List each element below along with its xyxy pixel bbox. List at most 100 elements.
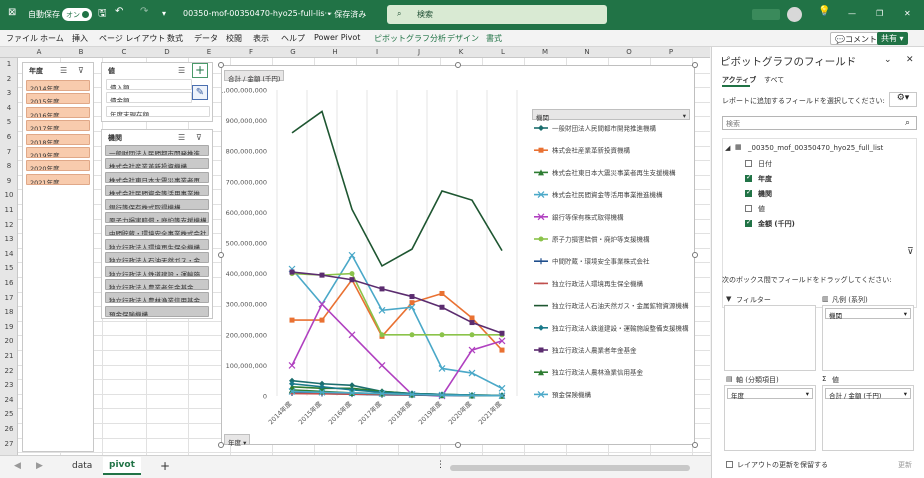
- defer-update-checkbox[interactable]: [726, 461, 733, 468]
- year-slicer-item[interactable]: 2019年度: [26, 147, 90, 158]
- search-box[interactable]: ⌕ 検索: [387, 5, 607, 24]
- resize-handle[interactable]: [218, 252, 224, 258]
- resize-handle[interactable]: [455, 62, 461, 68]
- field-checkbox[interactable]: [745, 205, 752, 212]
- tab-file[interactable]: ファイル: [6, 33, 38, 44]
- org-slicer-item[interactable]: 原子力損害賠償・廃炉等支援機構: [105, 212, 209, 223]
- org-slicer-item[interactable]: 中間貯蔵・環境安全事業株式会社: [105, 225, 209, 237]
- collapse-icon[interactable]: ◢: [725, 144, 730, 152]
- year-slicer-item[interactable]: 2017年度: [26, 120, 90, 132]
- resize-handle[interactable]: [218, 62, 224, 68]
- row-header[interactable]: 19: [0, 323, 18, 331]
- row-header[interactable]: 9: [0, 177, 18, 185]
- column-header[interactable]: J: [398, 48, 440, 56]
- column-header[interactable]: C: [102, 48, 146, 56]
- row-header[interactable]: 21: [0, 352, 18, 360]
- tab-help[interactable]: ヘルプ: [281, 33, 305, 44]
- row-header[interactable]: 27: [0, 440, 18, 448]
- close-icon[interactable]: ✕: [906, 55, 914, 65]
- tab-options-icon[interactable]: ⋮: [436, 460, 445, 470]
- field-checkbox[interactable]: [745, 160, 752, 167]
- org-slicer-item[interactable]: 預金保険機構: [105, 305, 209, 317]
- row-header[interactable]: 2: [0, 75, 18, 83]
- org-slicer-item[interactable]: 一般財団法人民間都市開発推進...: [105, 145, 209, 156]
- column-header[interactable]: E: [188, 48, 230, 56]
- undo-icon[interactable]: ↶: [115, 6, 123, 17]
- field-checkbox[interactable]: [745, 188, 752, 197]
- multiselect-icon[interactable]: ☰: [60, 66, 67, 75]
- row-header[interactable]: 3: [0, 89, 18, 97]
- value-slicer-item[interactable]: 債入額: [106, 79, 192, 90]
- multiselect-icon[interactable]: ☰: [178, 66, 185, 75]
- org-slicer-item[interactable]: 独立行政法人石油天然ガス・金...: [105, 252, 209, 264]
- org-slicer-item[interactable]: 株式会社東日本大震災事業者再...: [105, 171, 209, 183]
- row-header[interactable]: 22: [0, 367, 18, 375]
- column-header[interactable]: H: [314, 48, 356, 56]
- axis-field-button[interactable]: 年度 ▾: [224, 434, 251, 447]
- row-header[interactable]: 26: [0, 425, 18, 433]
- lightbulb-icon[interactable]: 💡: [818, 6, 830, 17]
- org-slicer-item[interactable]: 銀行等保有株式取得機構: [105, 198, 209, 210]
- legend-field-button[interactable]: 機関 ▾: [532, 109, 690, 122]
- org-slicer-item[interactable]: 独立行政法人鉄道建設・運輸施...: [105, 265, 209, 277]
- resize-handle[interactable]: [692, 252, 698, 258]
- resize-handle[interactable]: [692, 62, 698, 68]
- tab-page-layout[interactable]: ページ レイアウト: [99, 33, 165, 44]
- year-slicer-item[interactable]: 2018年度: [26, 133, 90, 145]
- update-button[interactable]: 更新: [898, 460, 912, 470]
- column-header[interactable]: L: [482, 48, 524, 56]
- resize-handle[interactable]: [455, 442, 461, 448]
- sheet-tab-data[interactable]: data: [72, 461, 92, 471]
- year-slicer-item[interactable]: 2021年度: [26, 173, 90, 185]
- resize-handle[interactable]: [692, 442, 698, 448]
- row-header[interactable]: 4: [0, 104, 18, 112]
- column-header[interactable]: O: [608, 48, 650, 56]
- gear-icon[interactable]: ⚙▾: [889, 92, 917, 107]
- row-header[interactable]: 13: [0, 235, 18, 243]
- row-header[interactable]: 15: [0, 264, 18, 272]
- row-header[interactable]: 7: [0, 148, 18, 156]
- autosave-toggle[interactable]: オン: [62, 8, 92, 21]
- clear-filter-icon[interactable]: ⊽: [78, 66, 84, 75]
- field-checkbox[interactable]: [745, 173, 752, 182]
- row-header[interactable]: 12: [0, 221, 18, 229]
- row-header[interactable]: 10: [0, 191, 18, 199]
- filter-area[interactable]: [724, 305, 816, 371]
- chevron-down-icon[interactable]: ⌄: [884, 55, 892, 65]
- tab-data[interactable]: データ: [194, 33, 218, 44]
- values-area[interactable]: 合計 / 金額 (千円) ▾: [822, 385, 914, 451]
- row-header[interactable]: 8: [0, 162, 18, 170]
- tab-design[interactable]: デザイン: [447, 33, 479, 44]
- prev-sheet-icon[interactable]: ◀: [14, 461, 21, 471]
- column-header[interactable]: F: [230, 48, 272, 56]
- row-header[interactable]: 23: [0, 381, 18, 389]
- column-header[interactable]: G: [272, 48, 314, 56]
- row-header[interactable]: 11: [0, 206, 18, 214]
- values-area-item[interactable]: 合計 / 金額 (千円) ▾: [825, 388, 911, 400]
- file-name[interactable]: 00350-mof-00350470-hyo25-full-lis···: [183, 9, 332, 18]
- field-checkbox[interactable]: [745, 218, 752, 227]
- axis-area[interactable]: 年度 ▾: [724, 385, 816, 451]
- column-header[interactable]: M: [524, 48, 566, 56]
- year-slicer[interactable]: 年度 ☰ ⊽ 2014年度 2015年度 2016年度 2017年度 2018年度 201…: [22, 62, 94, 452]
- save-icon[interactable]: 🖫: [98, 6, 107, 23]
- row-header[interactable]: 14: [0, 250, 18, 258]
- tab-pivotchart-analyze[interactable]: ピボットグラフ分析: [374, 33, 446, 44]
- avatar[interactable]: [787, 7, 802, 22]
- tab-insert[interactable]: 挿入: [72, 33, 88, 44]
- org-slicer-item[interactable]: 株式会社民間資金等活用事業推...: [105, 185, 209, 197]
- pen-icon[interactable]: ✎: [192, 85, 208, 100]
- minimize-icon[interactable]: —: [848, 9, 856, 18]
- tab-formulas[interactable]: 数式: [167, 33, 183, 44]
- share-button[interactable]: 共有 ▾: [877, 32, 908, 45]
- column-header[interactable]: A: [18, 48, 60, 56]
- column-header[interactable]: N: [566, 48, 608, 56]
- close-icon[interactable]: ✕: [904, 9, 911, 18]
- row-header[interactable]: 17: [0, 294, 18, 302]
- restore-icon[interactable]: ❐: [876, 9, 883, 18]
- worksheet[interactable]: ABCDEFGHIJKLMNOP 1 2 3 4 5 6 7 8 9 10 11 12 13 14 15 16…: [0, 47, 710, 455]
- column-header[interactable]: B: [60, 48, 102, 56]
- tab-power-pivot[interactable]: Power Pivot: [314, 33, 360, 42]
- resize-handle[interactable]: [218, 442, 224, 448]
- column-header[interactable]: P: [650, 48, 692, 56]
